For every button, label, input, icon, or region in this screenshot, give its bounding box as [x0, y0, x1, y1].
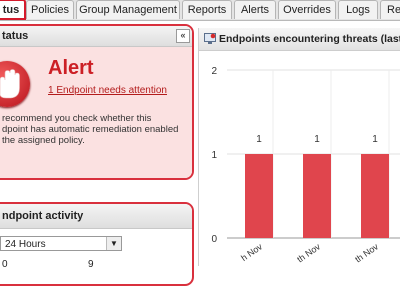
x-tick-label: th Nov [295, 241, 322, 264]
activity-panel-title: ndpoint activity [2, 210, 84, 222]
period-select[interactable]: 24 Hours ▼ [0, 236, 122, 251]
threats-chart-panel: Endpoints encountering threats (last 7 d… [198, 28, 400, 266]
tab-logs[interactable]: Logs [338, 0, 378, 19]
data-label: 1 [314, 134, 320, 145]
tab-label: Overrides [283, 4, 331, 16]
tab-reports[interactable]: Reports [182, 0, 232, 19]
bar [361, 154, 389, 238]
status-panel: tatus « Alert 1 Endpoint needs attention… [0, 24, 194, 180]
tab-overrides[interactable]: Overrides [278, 0, 336, 19]
monitor-alert-icon [204, 33, 216, 44]
y-tick-label: 2 [211, 66, 217, 77]
activity-panel: ndpoint activity 24 Hours ▼ 0 9 [0, 202, 194, 286]
tab-label: tus [2, 4, 20, 16]
activity-count-left: 0 [2, 259, 8, 270]
tab-group-management[interactable]: Group Management [76, 0, 180, 19]
chevron-down-icon: ▼ [106, 237, 121, 250]
y-tick-label: 0 [211, 234, 217, 245]
y-tick-label: 1 [211, 150, 217, 161]
hand-glyph [0, 69, 20, 99]
chart-title: Endpoints encountering threats (last 7 d [219, 33, 400, 45]
status-panel-title: tatus [2, 30, 29, 42]
alert-message-line: dpoint has automatic remediation enabled [2, 124, 179, 135]
tab-policies[interactable]: Policies [26, 0, 74, 19]
alert-message-line: the assigned policy. [2, 135, 85, 146]
bar [303, 154, 331, 238]
status-panel-header: tatus « [0, 26, 192, 47]
x-tick-label: th Nov [353, 241, 380, 264]
alert-heading: Alert [48, 57, 94, 79]
activity-count-right: 9 [88, 259, 94, 270]
tab-alerts[interactable]: Alerts [234, 0, 276, 19]
threats-bar-chart: 0121h Nov1th Nov1th Nov1th Nov [211, 66, 400, 265]
activity-panel-header: ndpoint activity [0, 204, 192, 229]
alert-message: recommend you check whether this dpoint … [2, 113, 190, 146]
tab-label: Reports [187, 4, 227, 16]
collapse-icon: « [180, 30, 186, 40]
stop-hand-icon [0, 61, 30, 107]
bar [245, 154, 273, 238]
collapse-button[interactable]: « [176, 29, 190, 43]
tab-bar: tus Policies Group Management Reports Al… [0, 0, 400, 21]
tab-label: Re [387, 4, 400, 16]
data-label: 1 [372, 134, 378, 145]
tab-label: Alerts [240, 4, 270, 16]
endpoint-attention-link[interactable]: 1 Endpoint needs attention [48, 85, 167, 96]
alert-message-line: recommend you check whether this [2, 113, 152, 124]
tab-label: Group Management [79, 4, 177, 16]
tab-reports-more[interactable]: Re [380, 0, 400, 19]
tab-status[interactable]: tus [0, 0, 26, 20]
chart-panel-header: Endpoints encountering threats (last 7 d [199, 28, 400, 51]
tab-label: Policies [31, 4, 69, 16]
status-body: Alert 1 Endpoint needs attention recomme… [0, 47, 192, 178]
tab-label: Logs [346, 4, 370, 16]
data-label: 1 [256, 134, 262, 145]
x-tick-label: h Nov [239, 241, 264, 263]
period-select-value: 24 Hours [5, 239, 46, 250]
